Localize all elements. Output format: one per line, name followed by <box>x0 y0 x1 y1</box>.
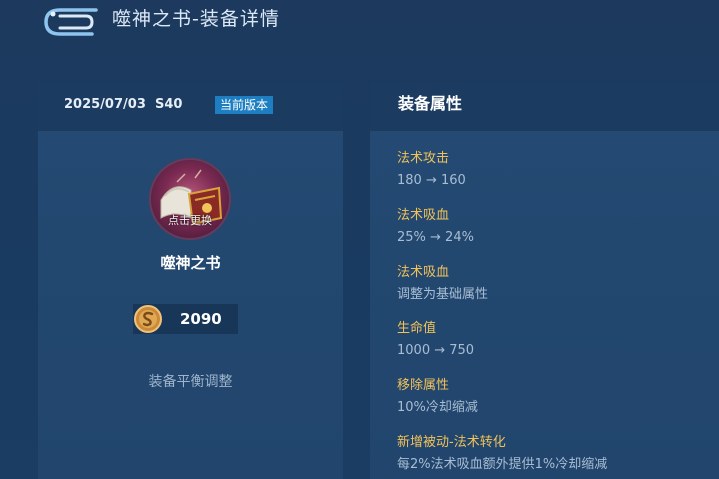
item-attributes-panel: 装备属性 法术攻击 180 → 160 法术吸血 25% → 24% 法术吸血 … <box>370 82 719 479</box>
attribute-value: 25% → 24% <box>397 230 474 245</box>
item-name: 噬神之书 <box>160 254 221 272</box>
balance-adjust-note: 装备平衡调整 <box>148 374 233 390</box>
patch-date: 2025/07/03 <box>64 97 146 112</box>
item-summary-panel: 2025/07/03 S40 当前版本 点击更换 噬神之书 2090 装备平衡调… <box>38 82 343 479</box>
attribute-name: 法术吸血 <box>397 265 450 280</box>
top-bar: 噬神之书-装备详情 <box>0 0 719 44</box>
coin-icon <box>133 304 163 334</box>
page-title: 噬神之书-装备详情 <box>112 8 280 30</box>
attribute-item: 法术吸血 调整为基础属性 <box>397 264 717 304</box>
attribute-value: 调整为基础属性 <box>397 287 489 302</box>
change-icon-label: 点击更换 <box>168 214 212 227</box>
attribute-name: 法术吸血 <box>397 208 450 223</box>
attributes-title: 装备属性 <box>398 94 463 113</box>
attribute-name: 生命值 <box>397 321 437 336</box>
version-header: 2025/07/03 S40 当前版本 <box>38 82 343 131</box>
attributes-header: 装备属性 <box>370 82 719 131</box>
current-version-badge: 当前版本 <box>215 96 274 114</box>
back-button[interactable] <box>40 6 100 38</box>
attribute-item: 法术攻击 180 → 160 <box>397 150 717 190</box>
attribute-item: 移除属性 10%冷却缩减 <box>397 377 717 417</box>
attribute-value: 每2%法术吸血额外提供1%冷却缩减 <box>397 457 608 472</box>
attribute-value: 180 → 160 <box>397 173 466 188</box>
attribute-item: 新增被动-法术转化 每2%法术吸血额外提供1%冷却缩减 <box>397 434 717 474</box>
attribute-value: 10%冷却缩减 <box>397 400 478 415</box>
back-icon <box>44 8 98 36</box>
attribute-name: 法术攻击 <box>397 151 450 166</box>
attribute-name: 新增被动-法术转化 <box>397 435 506 450</box>
item-icon-button[interactable]: 点击更换 <box>151 160 229 238</box>
attribute-name: 移除属性 <box>397 378 450 393</box>
attribute-value: 1000 → 750 <box>397 343 475 358</box>
attribute-item: 生命值 1000 → 750 <box>397 320 717 360</box>
item-price: 2090 <box>180 310 222 328</box>
season-label: S40 <box>155 97 183 112</box>
attribute-item: 法术吸血 25% → 24% <box>397 207 717 247</box>
